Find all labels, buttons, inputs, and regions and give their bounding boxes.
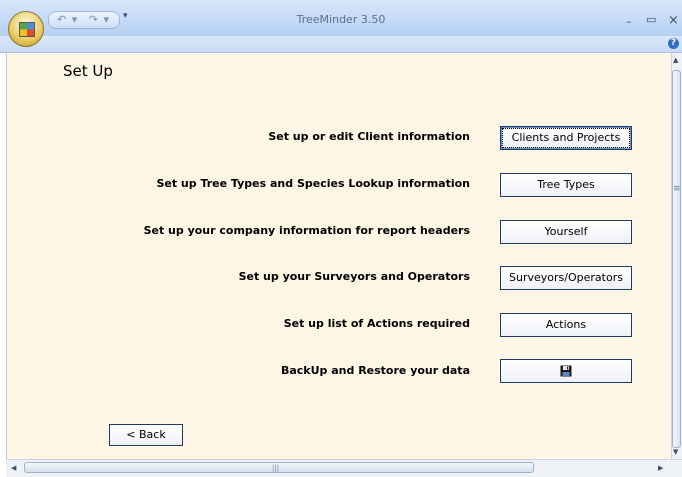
backup-restore-button[interactable]: [500, 359, 632, 383]
backup-label: BackUp and Restore your data: [280, 364, 470, 377]
ribbon-strip: [0, 36, 682, 53]
actions-label: Set up list of Actions required: [283, 317, 470, 330]
yourself-button[interactable]: Yourself: [500, 220, 632, 244]
app-logo-icon: [19, 22, 35, 37]
back-button[interactable]: < Back: [109, 424, 183, 446]
restore-button[interactable]: ▭: [646, 13, 656, 26]
floppy-disk-icon: [560, 365, 572, 377]
tree-types-button[interactable]: Tree Types: [500, 173, 632, 197]
help-icon[interactable]: ?: [668, 38, 679, 49]
close-button[interactable]: ×: [668, 13, 679, 28]
window-title: TreeMinder 3.50: [296, 13, 386, 26]
clients-and-projects-button[interactable]: Clients and Projects: [500, 126, 632, 150]
vertical-grip-icon: ≡: [673, 184, 681, 194]
horizontal-grip-icon: |||: [272, 464, 280, 472]
setup-form: [6, 53, 671, 459]
surveyors-operators-button[interactable]: Surveyors/Operators: [500, 266, 632, 290]
scroll-down-icon[interactable]: ▼: [673, 448, 678, 456]
minimize-button[interactable]: –: [626, 15, 632, 28]
clients-label: Set up or edit Client information: [268, 130, 470, 143]
page-title: Set Up: [63, 62, 113, 80]
vertical-scroll-thumb[interactable]: [672, 70, 681, 448]
scroll-up-icon[interactable]: ▲: [673, 56, 678, 64]
scroll-left-icon[interactable]: ◀: [11, 464, 16, 472]
actions-button[interactable]: Actions: [500, 313, 632, 337]
office-button[interactable]: [8, 11, 44, 47]
tree-types-label: Set up Tree Types and Species Lookup inf…: [156, 177, 470, 190]
surveyors-label: Set up your Surveyors and Operators: [238, 270, 470, 283]
scroll-right-icon[interactable]: ▶: [658, 464, 663, 472]
company-label: Set up your company information for repo…: [143, 224, 470, 237]
